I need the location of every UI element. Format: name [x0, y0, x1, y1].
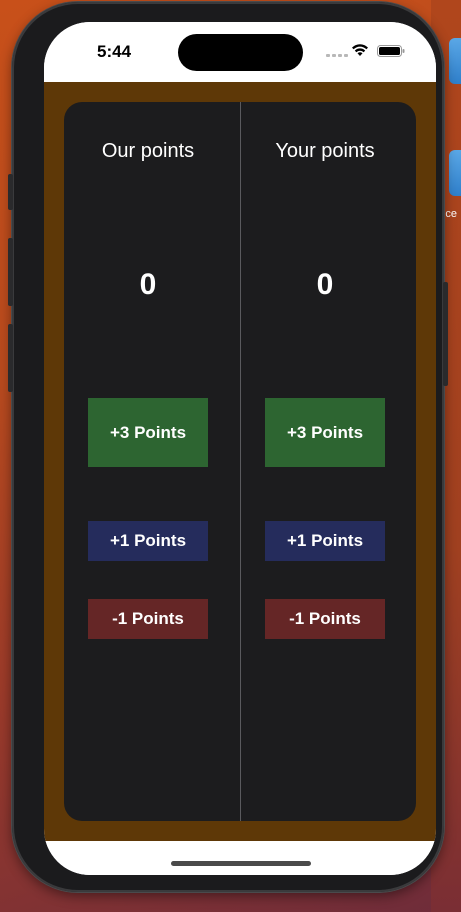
volume-down-button [8, 324, 13, 392]
desktop-icon-label: ce [445, 208, 457, 220]
your-points-column: Your points 0 +3 Points +1 Points -1 Poi… [241, 102, 416, 821]
scoreboard-card: Our points 0 +3 Points +1 Points -1 Poin… [64, 102, 416, 821]
wifi-icon [352, 44, 368, 56]
your-plus1-points-button[interactable]: +1 Points [265, 521, 385, 561]
power-button [443, 282, 448, 386]
home-indicator[interactable] [171, 861, 311, 866]
cellular-signal-icon [326, 54, 348, 57]
your-minus1-points-button[interactable]: -1 Points [265, 599, 385, 639]
volume-up-button [8, 238, 13, 306]
status-bar: 5:44 [44, 22, 436, 82]
desktop-app-icon[interactable] [449, 38, 461, 84]
dynamic-island [178, 34, 303, 71]
app-background: Our points 0 +3 Points +1 Points -1 Poin… [44, 82, 436, 841]
desktop-app-icon[interactable] [449, 150, 461, 196]
phone-screen: 5:44 Our points 0 +3 Points +1 Points -1… [44, 22, 436, 875]
our-points-column: Our points 0 +3 Points +1 Points -1 Poin… [64, 102, 240, 821]
our-plus1-points-button[interactable]: +1 Points [88, 521, 208, 561]
your-points-title: Your points [275, 140, 375, 162]
battery-icon [377, 45, 405, 57]
our-points-title: Our points [101, 140, 195, 162]
our-minus1-points-button[interactable]: -1 Points [88, 599, 208, 639]
status-time: 5:44 [97, 42, 132, 61]
our-points-score: 0 [139, 268, 157, 301]
action-button [8, 174, 13, 210]
our-plus3-points-button[interactable]: +3 Points [88, 398, 208, 467]
your-plus3-points-button[interactable]: +3 Points [265, 398, 385, 467]
your-points-score: 0 [316, 268, 334, 301]
bottom-safe-area [44, 841, 436, 875]
iphone-device-frame: 5:44 Our points 0 +3 Points +1 Points -1… [8, 2, 448, 892]
